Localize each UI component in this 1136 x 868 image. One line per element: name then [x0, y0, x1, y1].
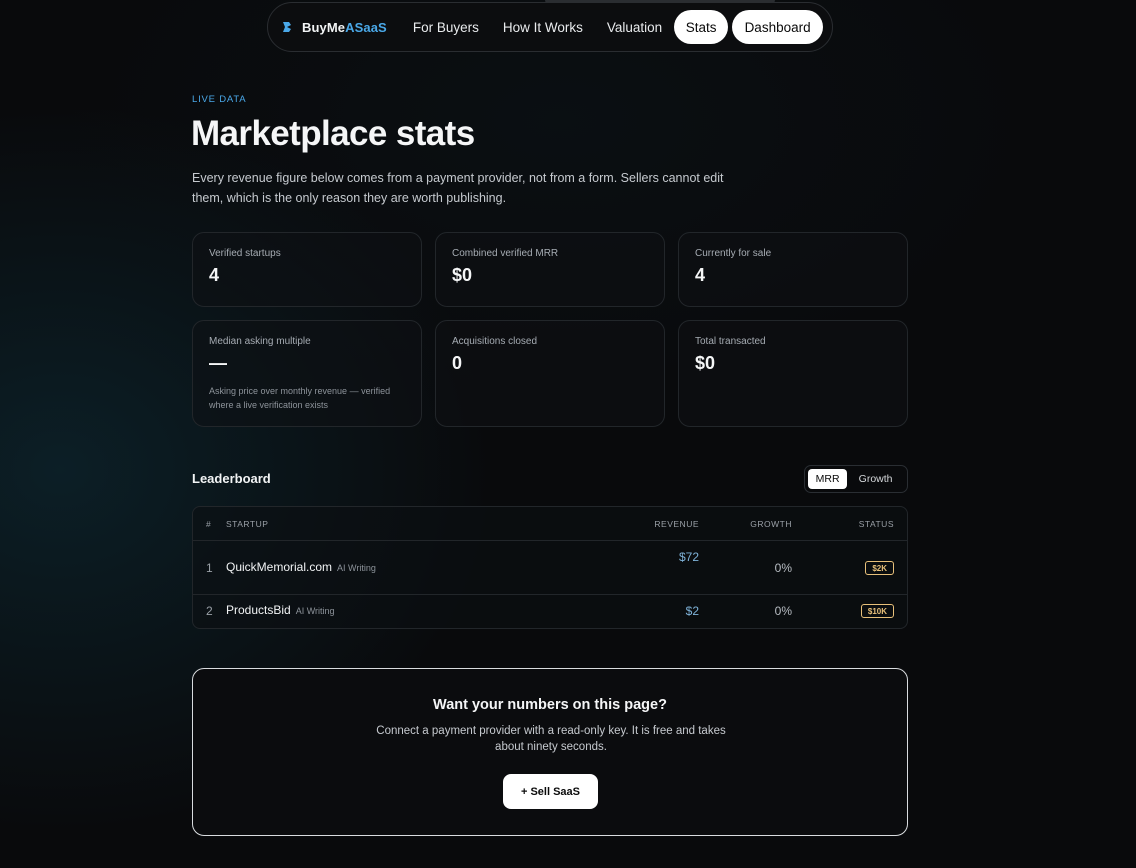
- stat-label: Verified startups: [209, 248, 281, 259]
- stat-card-total-transacted: Total transacted $0: [678, 320, 908, 427]
- stat-note: Asking price over monthly revenue — veri…: [209, 386, 391, 410]
- stat-value: —: [209, 353, 227, 373]
- toggle-growth[interactable]: Growth: [847, 469, 904, 489]
- nav-link-stats[interactable]: Stats: [674, 10, 729, 44]
- column-growth: GROWTH: [750, 519, 792, 529]
- top-navigation: BuyMeASaaS For Buyers How It Works Valua…: [267, 2, 833, 52]
- leaderboard-metric-toggle: MRR Growth: [804, 465, 908, 493]
- status-badge: $10K: [860, 604, 894, 618]
- stat-card-for-sale: Currently for sale 4: [678, 232, 908, 307]
- nav-link-how-it-works[interactable]: How It Works: [503, 20, 583, 35]
- stat-card-verified-startups: Verified startups 4: [192, 232, 422, 307]
- stat-value: 0: [452, 353, 463, 373]
- eyebrow-label: LIVE DATA: [192, 94, 247, 105]
- nav-link-for-buyers[interactable]: For Buyers: [413, 20, 479, 35]
- stat-value: $0: [695, 353, 716, 373]
- startup-name[interactable]: QuickMemorial.com AI Writing: [226, 560, 376, 574]
- column-rank: #: [206, 519, 212, 529]
- revenue-value: $72: [678, 550, 699, 564]
- column-revenue: REVENUE: [654, 519, 699, 529]
- sell-saas-button[interactable]: + Sell SaaS: [503, 774, 598, 809]
- stat-label: Total transacted: [695, 336, 766, 347]
- nav-link-valuation[interactable]: Valuation: [607, 20, 662, 35]
- startup-name[interactable]: ProductsBid AI Writing: [226, 603, 335, 617]
- stat-label: Combined verified MRR: [452, 248, 559, 259]
- dashboard-button[interactable]: Dashboard: [732, 10, 823, 44]
- leaderboard-table: # STARTUP REVENUE GROWTH STATUS 1 QuickM…: [192, 506, 908, 629]
- stat-card-median-multiple: Median asking multiple — Asking price ov…: [192, 320, 422, 427]
- category-tag: AI Writing: [295, 606, 335, 616]
- page-subtitle: Every revenue figure below comes from a …: [192, 171, 724, 205]
- stat-card-combined-mrr: Combined verified MRR $0: [435, 232, 665, 307]
- cta-title: Want your numbers on this page?: [433, 697, 667, 713]
- column-status: STATUS: [858, 519, 894, 529]
- stat-value: 4: [695, 265, 706, 285]
- column-startup: STARTUP: [226, 519, 269, 529]
- stat-label: Acquisitions closed: [452, 336, 538, 347]
- table-header: # STARTUP REVENUE GROWTH STATUS: [193, 507, 907, 541]
- stat-label: Currently for sale: [695, 248, 772, 259]
- page-title: Marketplace stats: [191, 114, 475, 153]
- sell-cta-panel: Want your numbers on this page? Connect …: [192, 668, 908, 836]
- brand-name: BuyMeASaaS: [302, 19, 387, 35]
- stat-value: $0: [452, 265, 473, 285]
- stat-card-acquisitions: Acquisitions closed 0: [435, 320, 665, 427]
- leaderboard-title: Leaderboard: [192, 471, 271, 486]
- revenue-value: $2: [685, 604, 699, 618]
- logo-icon: [280, 20, 294, 34]
- row-rank: 2: [206, 604, 213, 618]
- category-tag: AI Writing: [337, 563, 376, 573]
- growth-value: 0%: [774, 604, 792, 618]
- growth-value: 0%: [774, 561, 792, 575]
- table-row[interactable]: 1 QuickMemorial.com AI Writing $72 0% $2K: [193, 541, 907, 595]
- stat-label: Median asking multiple: [209, 336, 311, 347]
- toggle-mrr[interactable]: MRR: [808, 469, 848, 489]
- cta-text: Connect a payment provider with a read-o…: [376, 725, 726, 753]
- brand-logo-link[interactable]: BuyMeASaaS: [280, 20, 387, 35]
- status-badge: $2K: [865, 561, 894, 575]
- table-row[interactable]: 2 ProductsBid AI Writing $2 0% $10K: [193, 595, 907, 629]
- stat-value: 4: [209, 265, 220, 285]
- row-rank: 1: [206, 561, 213, 575]
